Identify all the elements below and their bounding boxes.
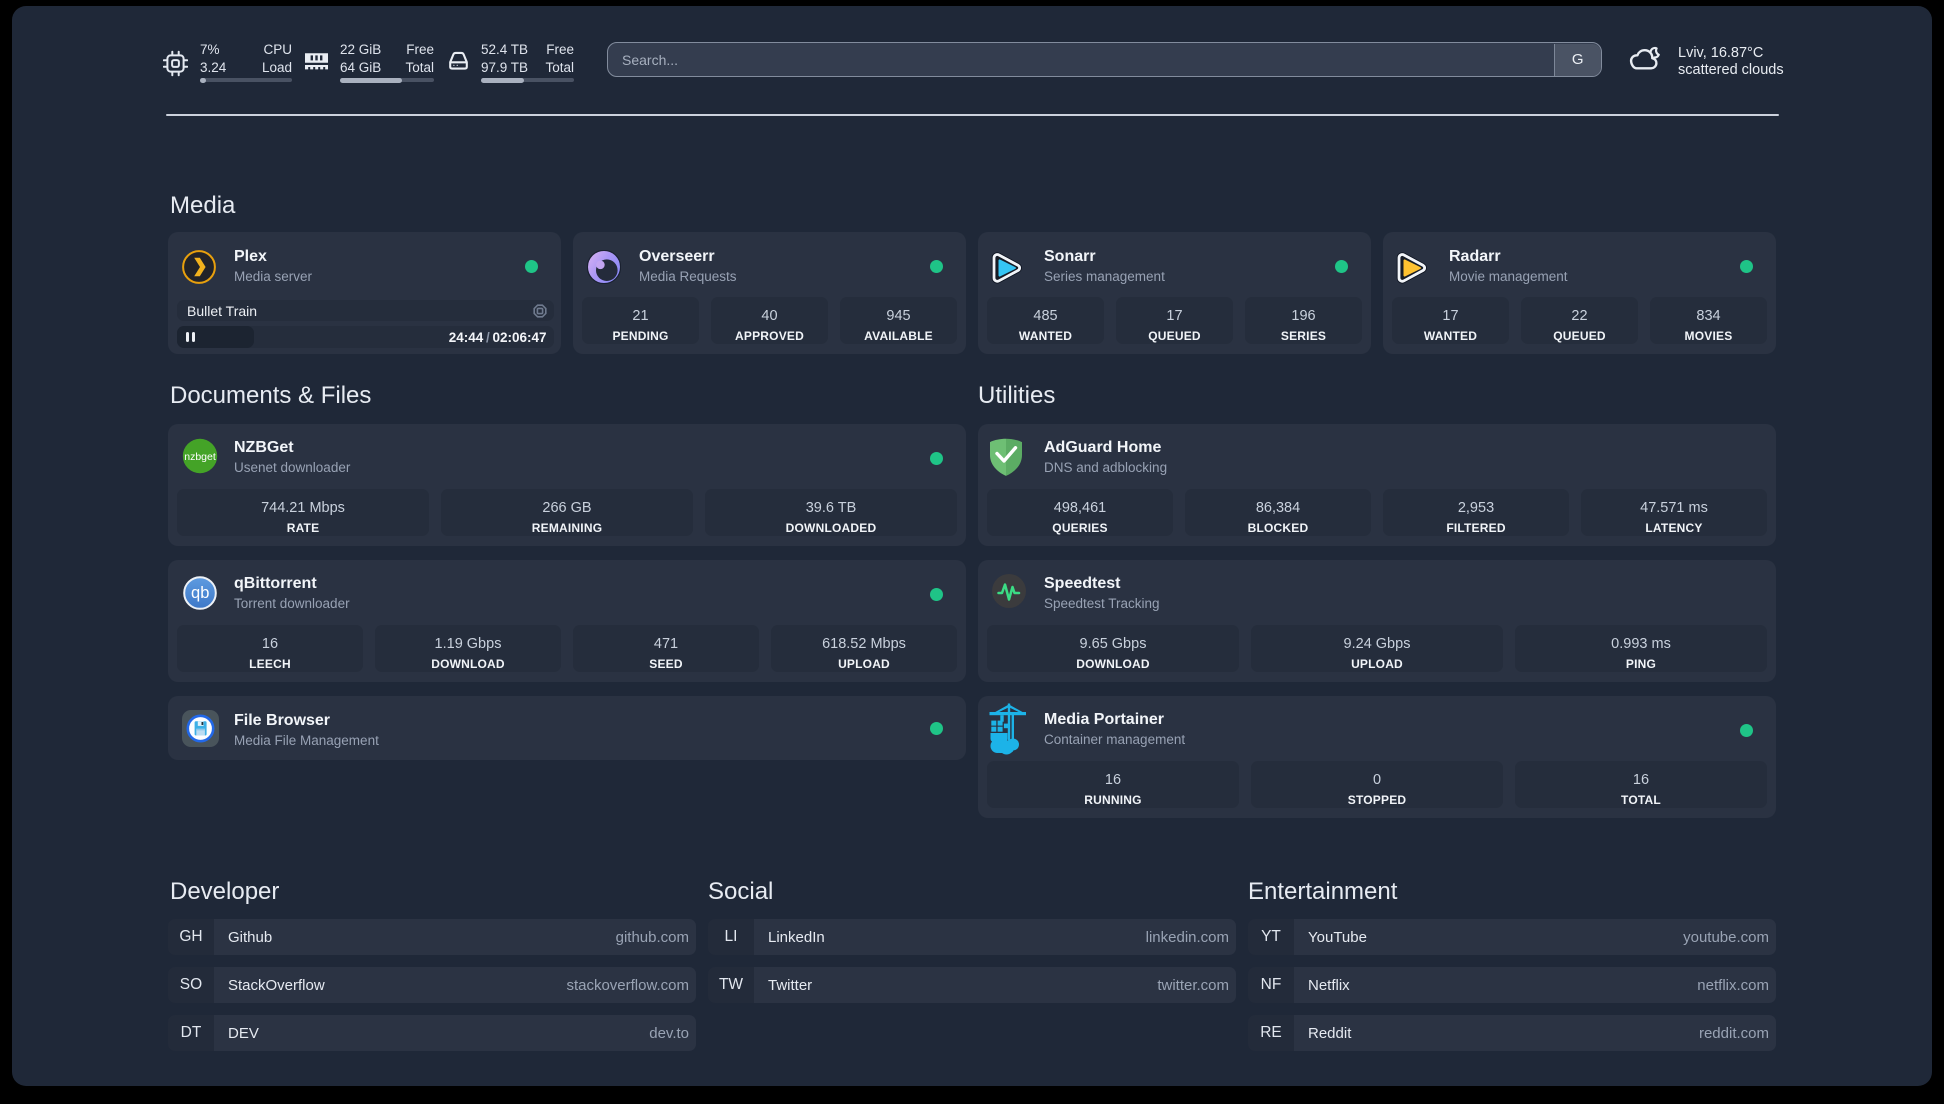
svg-text:nzbget: nzbget: [184, 451, 216, 463]
svg-text:qb: qb: [191, 584, 209, 602]
